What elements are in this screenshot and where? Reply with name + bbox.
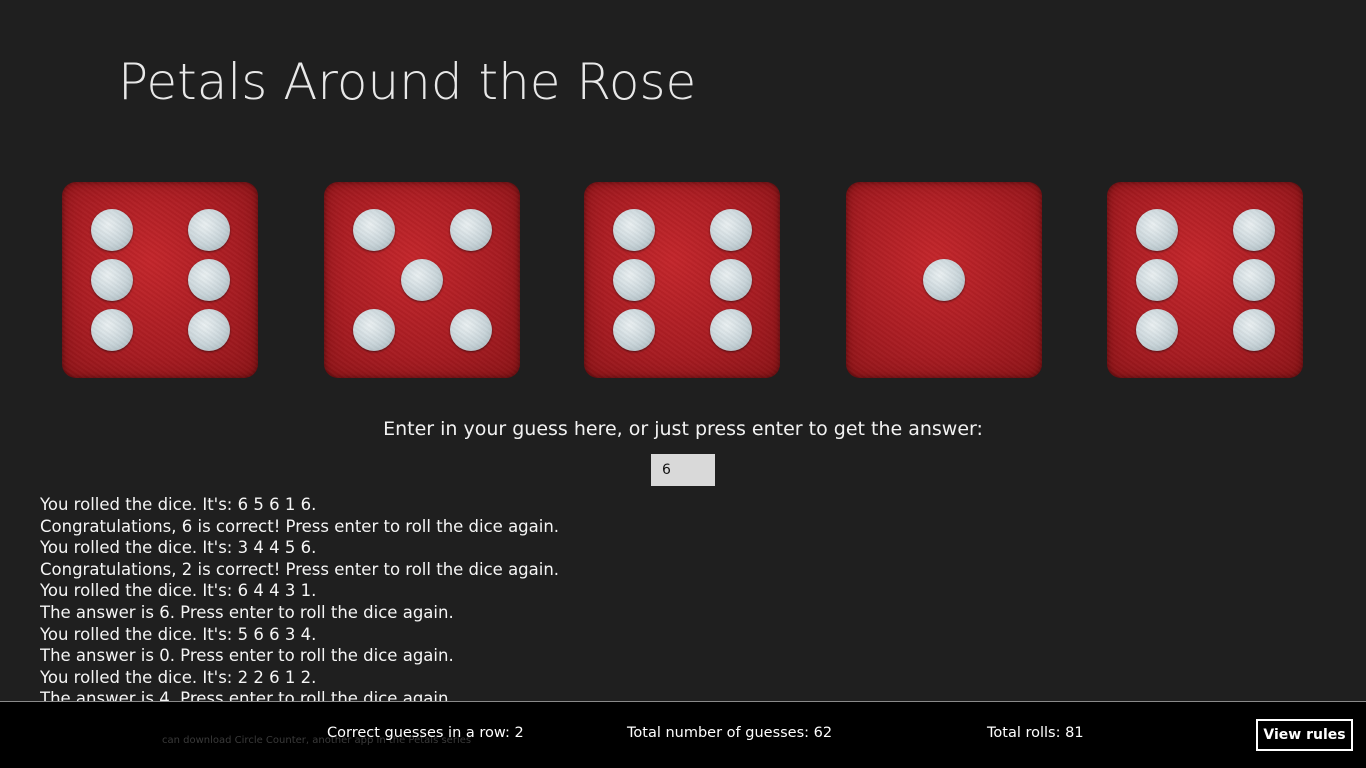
die-pip [91,209,133,251]
die-pip [710,309,752,351]
die-pip [710,259,752,301]
page-title: Petals Around the Rose [118,53,697,111]
die-pip [91,309,133,351]
die-3 [584,182,780,378]
guess-input[interactable] [651,454,715,486]
die-pip [1233,309,1275,351]
die-pip [188,309,230,351]
die-2 [324,182,520,378]
die-pip [1233,259,1275,301]
die-pip [613,209,655,251]
die-pip [401,259,443,301]
log-line: You rolled the dice. It's: 3 4 4 5 6. [40,538,317,558]
die-5 [1107,182,1303,378]
app-window: Petals Around the Rose Enter in your gue… [0,0,1366,768]
die-pip [450,309,492,351]
log-line: You rolled the dice. It's: 6 5 6 1 6. [40,495,317,514]
die-pip [923,259,965,301]
log-line: The answer is 6. Press enter to roll the… [40,602,454,622]
view-rules-button[interactable]: View rules [1256,719,1353,751]
die-pip [91,259,133,301]
die-pip [1233,209,1275,251]
streak-counter: Correct guesses in a row: 2 [327,725,524,741]
log-line: You rolled the dice. It's: 2 2 6 1 2. [40,667,317,687]
log-line: You rolled the dice. It's: 6 4 4 3 1. [40,581,317,601]
die-pip [188,209,230,251]
total-guesses-counter: Total number of guesses: 62 [627,725,833,741]
die-pip [1136,309,1178,351]
log-line: The answer is 0. Press enter to roll the… [40,646,454,666]
total-rolls-counter: Total rolls: 81 [987,725,1084,741]
die-pip [710,209,752,251]
die-pip [1136,209,1178,251]
log-line: The answer is 4. Press enter to roll the… [40,689,454,702]
die-pip [613,309,655,351]
die-4 [846,182,1042,378]
dice-row [0,182,1366,382]
die-pip [353,309,395,351]
die-pip [1136,259,1178,301]
app-bar: can download Circle Counter, another app… [0,701,1366,768]
result-log: You rolled the dice. It's: 6 5 6 1 6. Co… [40,494,940,702]
log-line: Congratulations, 2 is correct! Press ent… [40,559,560,579]
die-pip [613,259,655,301]
die-1 [62,182,258,378]
log-line: You rolled the dice. It's: 5 6 6 3 4. [40,624,317,644]
die-pip [450,209,492,251]
die-pip [188,259,230,301]
guess-prompt: Enter in your guess here, or just press … [383,418,983,440]
die-pip [353,209,395,251]
log-line: Congratulations, 6 is correct! Press ent… [40,516,560,536]
